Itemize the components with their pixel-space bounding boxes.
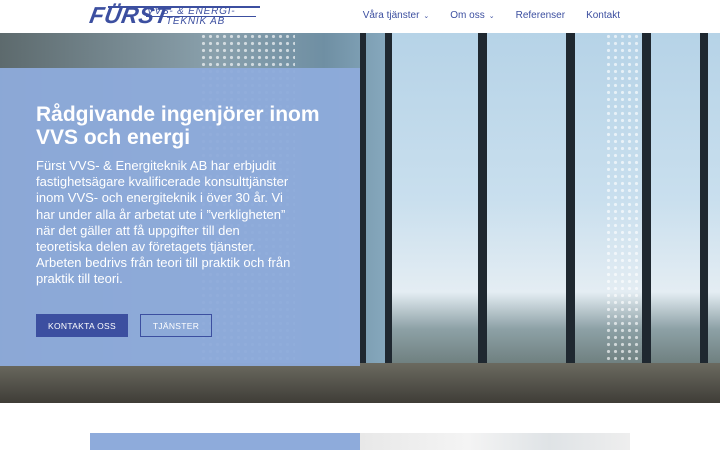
chevron-down-icon: ⌄ [423, 12, 430, 20]
nav-item-label: Kontakt [586, 10, 620, 21]
contact-us-button[interactable]: KONTAKTA OSS [36, 314, 128, 337]
site-header: FÜRST VVS- & ENERGI- TEKNIK AB Våra tjän… [0, 0, 720, 33]
logo-line-2: TEKNIK AB [166, 16, 226, 27]
window-mullion [642, 33, 651, 403]
hero-perforated-panel [605, 33, 643, 403]
window-mullion [385, 33, 392, 403]
hero-ground [0, 363, 720, 403]
section-image [360, 433, 630, 450]
nav-item-label: Om oss [450, 10, 485, 21]
nav-item-label: Våra tjänster [362, 10, 420, 21]
company-logo[interactable]: FÜRST VVS- & ENERGI- TEKNIK AB [88, 2, 262, 31]
hero-sky [390, 33, 720, 403]
nav-item-label: Referenser [515, 10, 566, 21]
nav-item-services[interactable]: Våra tjänster ⌄ [363, 10, 430, 21]
section-panel [90, 433, 360, 450]
window-mullion [478, 33, 487, 403]
main-nav: Våra tjänster ⌄ Om oss ⌄ Referenser Kont… [342, 10, 620, 21]
chevron-down-icon: ⌄ [488, 12, 495, 20]
window-mullion [360, 33, 366, 403]
hero-description: Fürst VVS- & Energiteknik AB har erbjudi… [36, 158, 291, 287]
services-button[interactable]: TJÄNSTER [140, 314, 212, 337]
hero-title: Rådgivande ingenjörer inom VVS och energ… [36, 103, 320, 149]
nav-item-references[interactable]: Referenser [516, 10, 565, 21]
nav-item-about[interactable]: Om oss ⌄ [450, 10, 494, 21]
window-mullion [700, 33, 708, 403]
window-mullion [566, 33, 575, 403]
nav-item-contact[interactable]: Kontakt [586, 10, 620, 21]
